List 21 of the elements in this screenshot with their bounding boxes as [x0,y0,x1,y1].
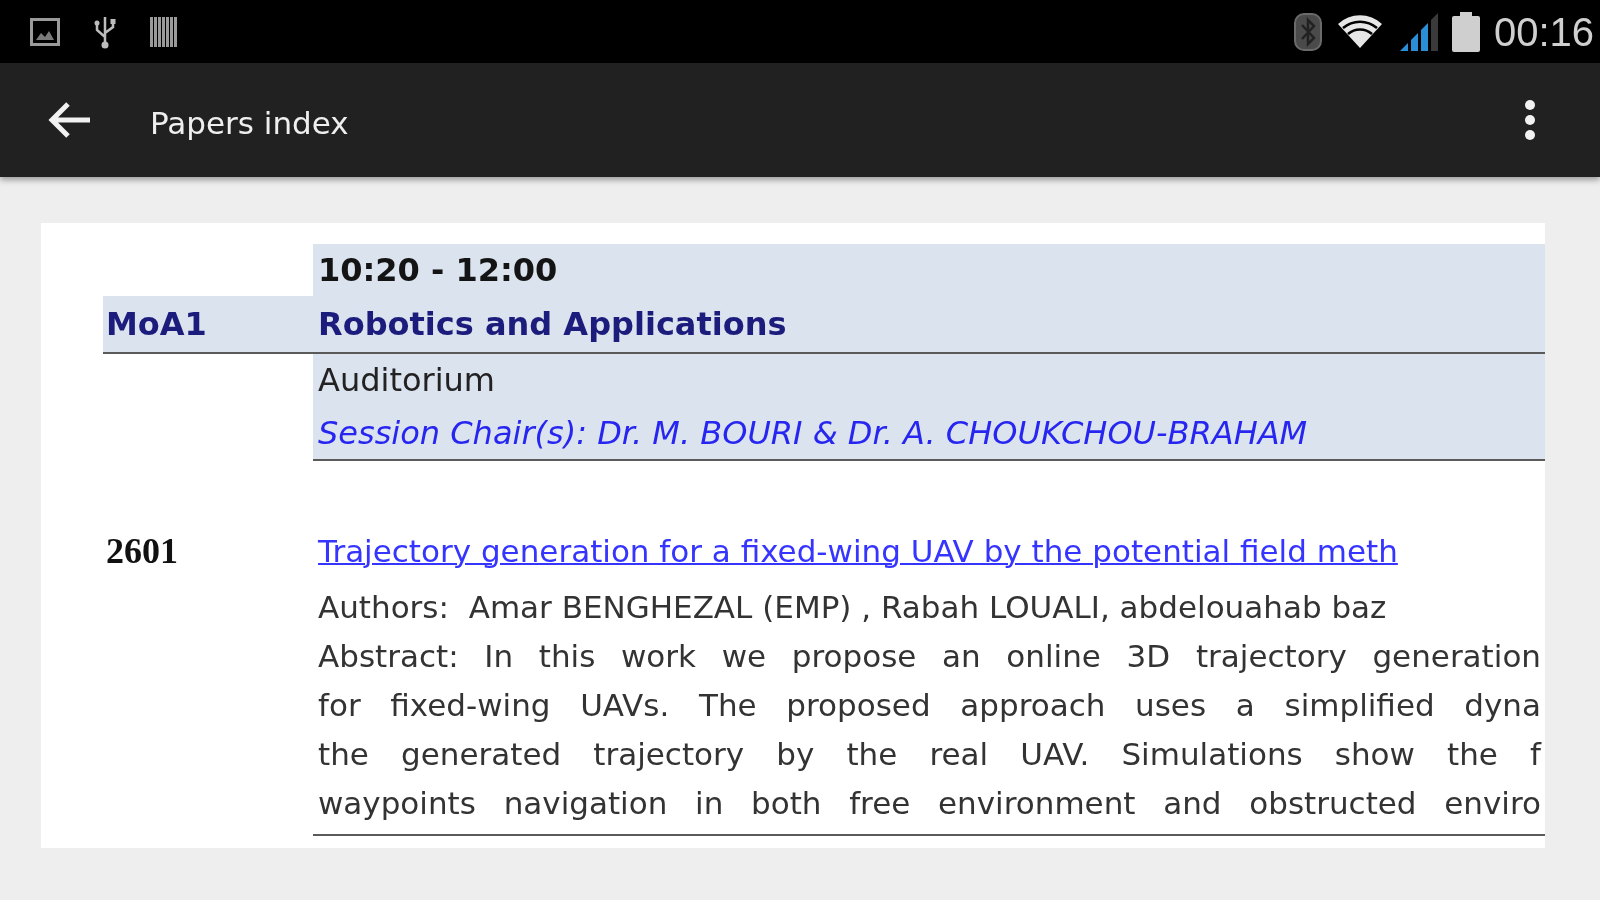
session-time: 10:20 - 12:00 [313,244,1545,296]
session-title: Robotics and Applications [313,296,1545,354]
paper-title-link[interactable]: Trajectory generation for a fixed-wing UAV by the potential field meth [318,524,1398,578]
clock-time: 00:16 [1493,8,1594,56]
usb-icon [93,14,117,49]
back-arrow-icon [48,101,92,139]
session-code: MoA1 [103,296,313,354]
wifi-icon [1335,13,1384,50]
paper-authors: Authors: Amar BENGHEZAL (EMP) , Rabah LOUALI, abdelouahab baz [318,588,1388,627]
back-button[interactable] [48,101,92,139]
overflow-menu-button[interactable] [1524,99,1536,141]
battery-icon [1451,11,1480,52]
bluetooth-icon [1293,12,1322,51]
session-chairs: Session Chair(s): Dr. M. BOURI & Dr. A. CHOUKCHOU-BRAHAM [313,407,1545,461]
session-room: Auditorium [313,354,1545,407]
barcode-icon [150,16,178,47]
image-icon [30,17,60,46]
paper-abstract: Abstract: In this work we propose an online 3D trajectory generation for fixed-wing UAVs. The proposed approach uses a simplified dyna the generated trajectory by the real UAV. Simulations show the f waypoints navigation in both free environment and obstructed enviro [318,637,1541,823]
more-vertical-icon [1524,99,1536,141]
paper-number: 2601 [105,530,179,573]
screen-title: Papers index [150,104,349,143]
